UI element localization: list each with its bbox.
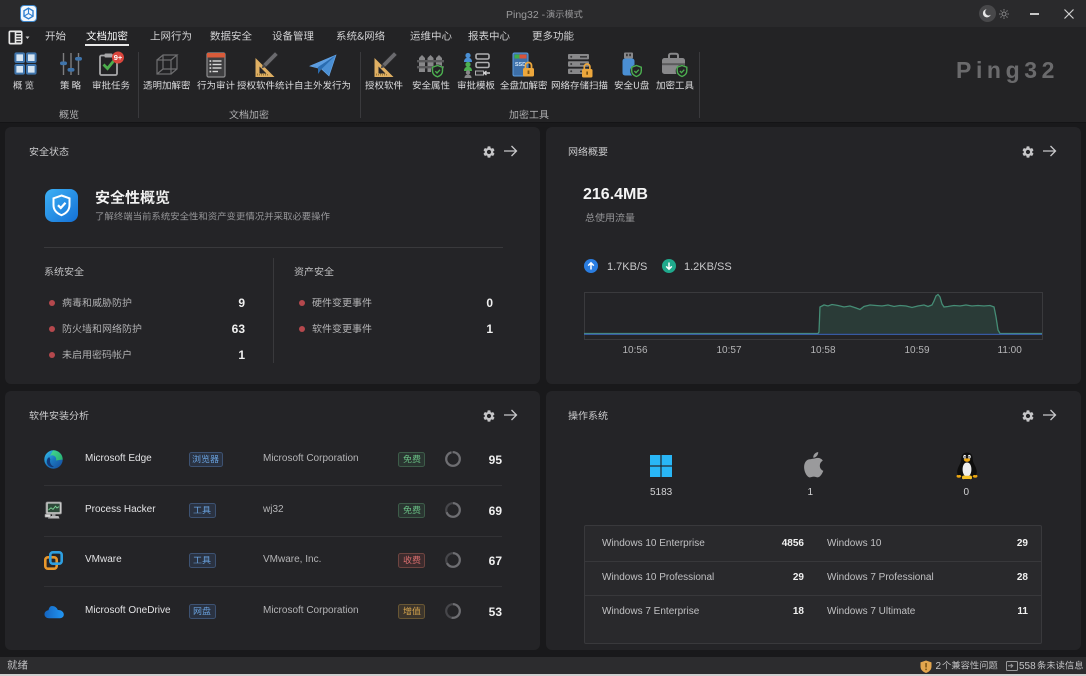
svg-text:SSD: SSD [515, 62, 526, 68]
svg-text:9+: 9+ [114, 53, 123, 62]
